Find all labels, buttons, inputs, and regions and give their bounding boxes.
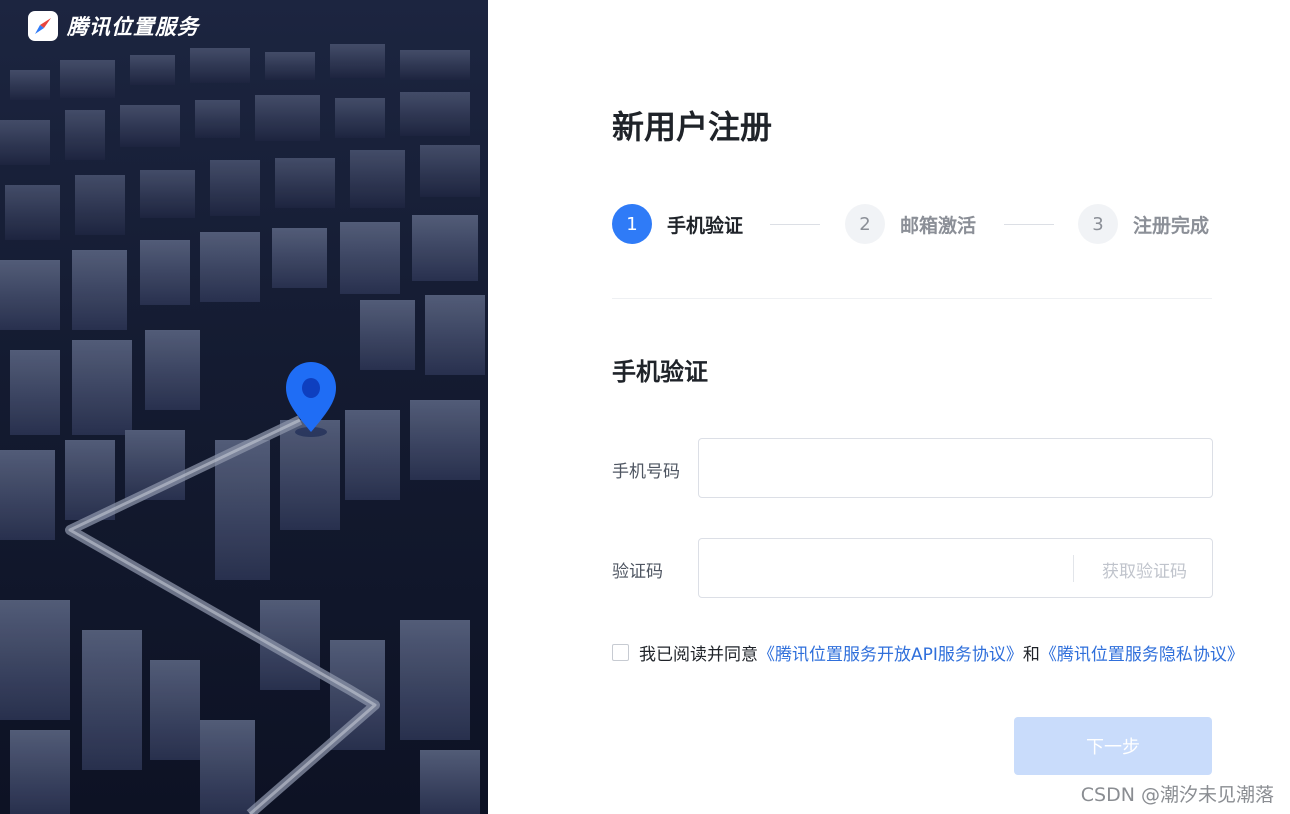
step-3-number: 3 xyxy=(1078,204,1118,244)
phone-label: 手机号码 xyxy=(612,462,680,482)
step-3: 3 注册完成 xyxy=(1078,204,1209,244)
step-3-label: 注册完成 xyxy=(1133,214,1210,237)
brand[interactable]: 腾讯位置服务 xyxy=(28,11,199,41)
agreement-joiner: 和 xyxy=(1022,645,1040,665)
phone-field xyxy=(698,438,1213,498)
step-connector xyxy=(1004,224,1054,225)
code-separator xyxy=(1073,555,1074,582)
agreement-checkbox[interactable] xyxy=(612,644,629,661)
agreement-row: 我已阅读并同意 《腾讯位置服务开放API服务协议》 和 《腾讯位置服务隐私协议》 xyxy=(612,640,1244,665)
code-label: 验证码 xyxy=(612,562,663,582)
watermark: CSDN @潮汐未见潮落 xyxy=(1080,784,1274,806)
step-indicator: 1 手机验证 2 邮箱激活 3 注册完成 xyxy=(612,204,1212,244)
hero-panel: 腾讯位置服务 xyxy=(0,0,488,814)
brand-logo-icon xyxy=(28,11,58,41)
api-agreement-link[interactable]: 《腾讯位置服务开放API服务协议》 xyxy=(758,640,1023,665)
step-connector xyxy=(770,224,820,225)
divider xyxy=(612,298,1212,299)
step-1-number: 1 xyxy=(612,204,652,244)
get-code-button[interactable]: 获取验证码 xyxy=(1102,557,1187,582)
page-title: 新用户注册 xyxy=(612,108,773,146)
step-2-label: 邮箱激活 xyxy=(900,214,977,237)
city-map-illustration xyxy=(0,44,485,814)
brand-name: 腾讯位置服务 xyxy=(67,15,199,39)
section-title: 手机验证 xyxy=(612,358,708,386)
phone-input[interactable] xyxy=(699,439,1212,497)
code-field: 获取验证码 xyxy=(698,538,1213,598)
privacy-agreement-link[interactable]: 《腾讯位置服务隐私协议》 xyxy=(1040,640,1244,665)
step-1: 1 手机验证 xyxy=(612,204,743,244)
agreement-prefix: 我已阅读并同意 xyxy=(639,645,758,665)
step-2: 2 邮箱激活 xyxy=(845,204,976,244)
next-step-button[interactable]: 下一步 xyxy=(1014,717,1212,775)
step-1-label: 手机验证 xyxy=(667,214,744,237)
step-2-number: 2 xyxy=(845,204,885,244)
